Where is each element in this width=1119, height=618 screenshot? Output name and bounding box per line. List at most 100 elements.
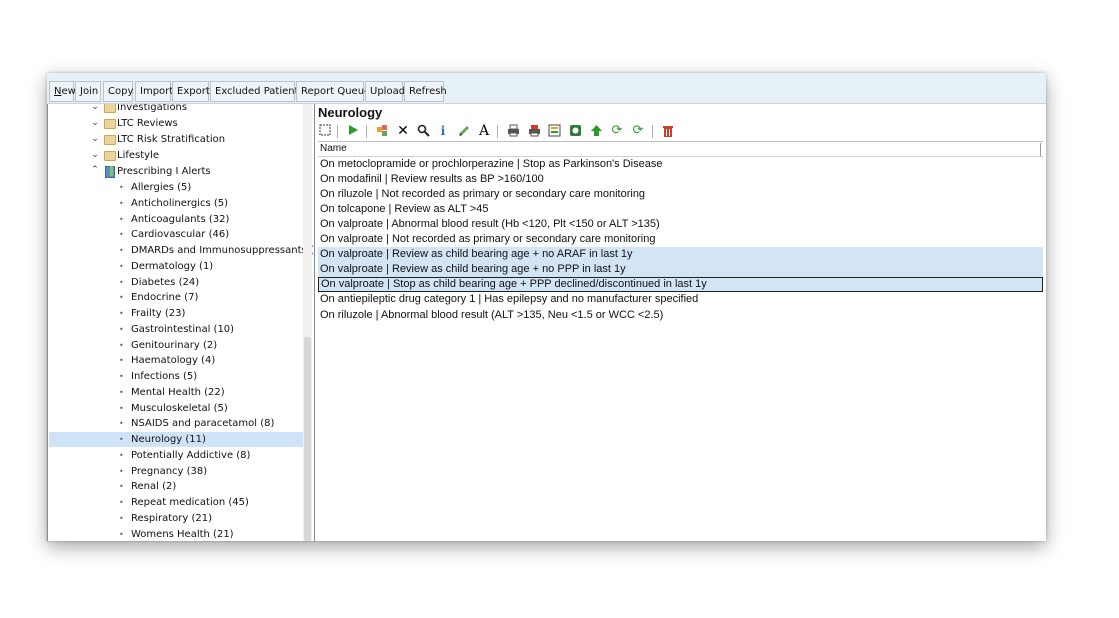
tree-item-label: Infections (5) <box>131 371 198 382</box>
chevron-down-icon[interactable]: ⌄ <box>90 116 100 131</box>
toolbar-divider <box>652 125 653 138</box>
chevron-up-icon[interactable]: ⌃ <box>90 163 100 178</box>
table-row[interactable]: On antiepileptic drug category 1 | Has e… <box>318 292 1043 307</box>
import-button[interactable]: Import <box>135 81 173 102</box>
tree-item[interactable]: • Anticholinergics (5) <box>49 196 304 211</box>
tree-item[interactable]: • Haematology (4) <box>49 353 304 368</box>
tree-item[interactable]: • Neurology (11) <box>49 432 304 447</box>
tree-item-label: NSAIDS and paracetamol (8) <box>131 418 275 430</box>
tree-folder-lifestyle[interactable]: ⌄ Lifestyle <box>49 148 304 163</box>
table-row[interactable]: On tolcapone | Review as ALT >45 <box>318 202 1043 217</box>
tree-item[interactable]: • Infections (5) <box>49 369 304 384</box>
tree-item-label: Endocrine (7) <box>131 292 199 304</box>
table-row[interactable]: On modafinil | Review results as BP >160… <box>318 172 1043 187</box>
table-row[interactable]: On metoclopramide or prochlorperazine | … <box>318 157 1043 172</box>
tree-leaf-bullet-icon: • <box>119 261 124 271</box>
tree-leaf-bullet-icon: • <box>119 419 124 429</box>
delete-icon[interactable]: ✕ <box>396 124 410 138</box>
upload-button[interactable]: Upload <box>365 81 405 102</box>
chevron-down-icon[interactable]: ⌄ <box>90 104 100 115</box>
tree-leaf-bullet-icon: • <box>119 198 124 208</box>
tree-item[interactable]: • Anticoagulants (32) <box>49 212 304 227</box>
tree-item[interactable]: • DMARDs and Immunosuppressants (13) <box>49 243 314 258</box>
tree-item-label: Pregnancy (38) <box>131 465 208 477</box>
tree-item-label: Neurology (11) <box>131 434 206 445</box>
tree-item[interactable]: • Endocrine (7) <box>49 290 304 305</box>
table-row[interactable]: On valproate | Review as child bearing a… <box>318 262 1043 278</box>
toolbar-divider <box>337 125 338 138</box>
chevron-down-icon[interactable]: ⌄ <box>90 148 100 163</box>
tree-item[interactable]: • Respiratory (21) <box>49 511 304 526</box>
tree-leaf-bullet-icon: • <box>119 183 124 192</box>
tree-item-label: Genitourinary (2) <box>131 339 218 351</box>
refresh-settings-icon[interactable]: ⟳ <box>631 124 645 138</box>
table-row[interactable]: On valproate | Review as child bearing a… <box>318 247 1043 263</box>
tree-item[interactable]: • Allergies (5) <box>49 180 304 195</box>
join-button[interactable]: Join <box>75 81 101 102</box>
report-book-icon <box>105 166 115 178</box>
trash-icon[interactable] <box>661 124 675 138</box>
tree-folder-label: Lifestyle <box>117 150 160 161</box>
tree-leaf-bullet-icon: • <box>119 309 124 318</box>
report-queue-button[interactable]: Report Queue <box>296 81 370 102</box>
tree-item[interactable]: • Mental Health (22) <box>49 385 304 400</box>
tree-item[interactable]: • Diabetes (24) <box>49 275 304 290</box>
tree-item[interactable]: • Renal (2) <box>49 479 304 494</box>
new-button[interactable]: New <box>49 81 76 102</box>
tree-item-label: Womens Health (21) <box>131 528 234 540</box>
tree-item[interactable]: • Dermatology (1) <box>49 259 304 274</box>
print-preview-icon[interactable] <box>527 124 541 138</box>
tree-item[interactable]: • Genitourinary (2) <box>49 338 304 353</box>
select-all-icon[interactable] <box>318 124 332 138</box>
refresh-button[interactable]: Refresh <box>404 81 447 102</box>
tree-leaf-bullet-icon: • <box>119 529 124 539</box>
copy-button[interactable]: Copy <box>103 81 133 102</box>
move-up-icon[interactable] <box>589 124 603 138</box>
excluded-patients-button[interactable]: Excluded Patients <box>210 81 304 102</box>
record-icon[interactable] <box>568 124 582 138</box>
tree-leaf-bullet-icon: • <box>119 214 124 224</box>
tree-item[interactable]: • Frailty (23) <box>49 306 304 321</box>
font-icon[interactable]: A <box>477 124 491 138</box>
search-icon[interactable] <box>416 124 430 138</box>
chevron-down-icon[interactable]: ⌄ <box>90 132 100 147</box>
tree-item[interactable]: • Pregnancy (38) <box>49 464 304 479</box>
tree-folder-investigations[interactable]: ⌄ Investigations <box>49 104 304 115</box>
report-tree[interactable]: ⌄ Investigations ⌄ LTC Reviews ⌄ LTC Ris… <box>47 104 315 541</box>
table-row[interactable]: On riluzole | Abnormal blood result (ALT… <box>318 308 1043 323</box>
tree-leaf-bullet-icon: • <box>119 293 124 303</box>
tree-item[interactable]: • Gastrointestinal (10) <box>49 322 304 337</box>
folder-icon <box>104 104 116 113</box>
tree-item[interactable]: • Cardiovascular (46) <box>49 227 304 242</box>
run-icon[interactable] <box>346 124 360 138</box>
tree-item[interactable]: • Musculoskeletal (5) <box>49 401 304 416</box>
tree-leaf-bullet-icon: • <box>119 230 124 240</box>
export-icon[interactable] <box>547 124 561 138</box>
refresh-icon[interactable]: ⟳ <box>610 124 624 138</box>
export-button[interactable]: Export <box>172 81 210 102</box>
tree-folder-ltc-risk-stratification[interactable]: ⌄ LTC Risk Stratification <box>49 132 304 147</box>
table-row[interactable]: On valproate | Stop as child bearing age… <box>318 277 1043 293</box>
table-row[interactable]: On valproate | Abnormal blood result (Hb… <box>318 217 1043 232</box>
tree-scrollbar-thumb[interactable] <box>304 337 311 541</box>
tree-folder-prescribing-alerts[interactable]: ⌃ Prescribing I Alerts <box>49 164 304 179</box>
edit-icon[interactable] <box>457 124 471 138</box>
tree-item[interactable]: • Potentially Addictive (8) <box>49 448 304 463</box>
table-row[interactable]: On riluzole | Not recorded as primary or… <box>318 187 1043 202</box>
column-header-name[interactable]: Name <box>318 142 1043 157</box>
tree-leaf-bullet-icon: • <box>119 356 124 366</box>
build-icon[interactable] <box>375 124 389 138</box>
table-row[interactable]: On valproate | Not recorded as primary o… <box>318 232 1043 247</box>
tree-item[interactable]: • Repeat medication (45) <box>49 495 304 510</box>
tree-leaf-bullet-icon: • <box>119 435 124 444</box>
top-toolbar: New Join Copy Import Export Excluded Pat… <box>47 73 1046 104</box>
tree-item[interactable]: • Womens Health (21) <box>49 527 304 542</box>
tree-item-label: Frailty (23) <box>131 308 186 319</box>
info-icon[interactable]: i <box>436 124 450 138</box>
print-icon[interactable] <box>506 124 520 138</box>
tree-folder-ltc-reviews[interactable]: ⌄ LTC Reviews <box>49 116 304 131</box>
tree-item[interactable]: • NSAIDS and paracetamol (8) <box>49 416 304 431</box>
app-window: New Join Copy Import Export Excluded Pat… <box>47 73 1046 541</box>
tree-folder-label: LTC Reviews <box>117 118 178 129</box>
tree-folder-label: Investigations <box>117 104 188 113</box>
